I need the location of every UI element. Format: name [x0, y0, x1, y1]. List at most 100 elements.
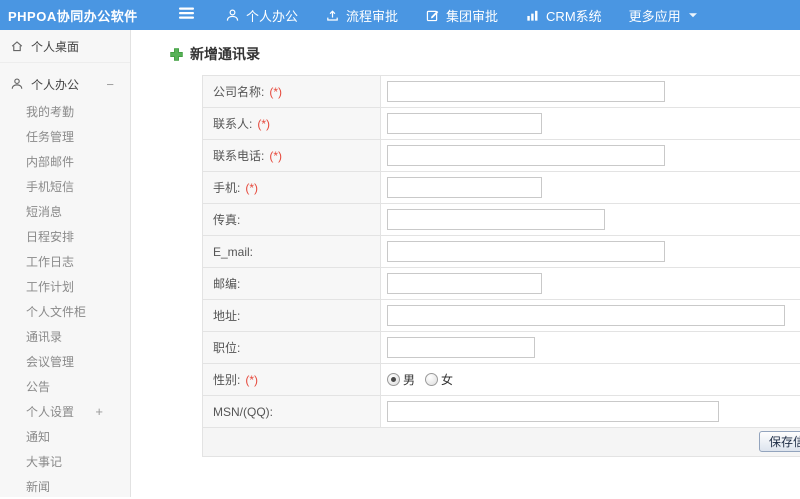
- phone-row: 联系电话: (*): [203, 140, 800, 172]
- mobile-row: 手机: (*): [203, 172, 800, 204]
- nav-label: CRM系统: [546, 8, 602, 24]
- sidebar-item-personal-office[interactable]: 个人办公 −: [0, 69, 130, 99]
- field-input-cell: [381, 268, 800, 299]
- sidebar-subitem-label: 会议管理: [26, 355, 75, 369]
- sidebar-subitem-label: 通知: [26, 430, 51, 444]
- mobile-input[interactable]: [387, 177, 542, 198]
- sidebar-item-工作日志[interactable]: 工作日志: [0, 249, 130, 274]
- sidebar-subitem-label: 个人设置: [26, 405, 75, 419]
- zipcode-input[interactable]: [387, 273, 542, 294]
- radio-label: 男: [403, 373, 416, 387]
- sidebar-item-个人设置[interactable]: 个人设置 +: [0, 399, 130, 424]
- save-button[interactable]: 保存信息: [759, 431, 800, 452]
- field-label-cell: 联系人: (*): [203, 108, 381, 139]
- sidebar-item-工作计划[interactable]: 工作计划: [0, 274, 130, 299]
- sidebar-item-我的考勤[interactable]: 我的考勤: [0, 99, 130, 124]
- contact-input[interactable]: [387, 113, 542, 134]
- field-label: 公司名称:: [213, 85, 265, 99]
- app-logo: PHPOA协同办公软件: [8, 8, 138, 24]
- email-row: E_mail:: [203, 236, 800, 268]
- field-label-cell: 公司名称: (*): [203, 76, 381, 107]
- gender-radio-女[interactable]: 女: [425, 371, 453, 388]
- collapse-minus-icon[interactable]: −: [106, 77, 114, 92]
- company-input[interactable]: [387, 81, 665, 102]
- fax-row: 传真:: [203, 204, 800, 236]
- sidebar-subitem-label: 通讯录: [26, 330, 63, 344]
- sidebar-item-label: 个人办公: [31, 77, 80, 92]
- sidebar-item-公告[interactable]: 公告: [0, 374, 130, 399]
- sidebar-item-个人文件柜[interactable]: 个人文件柜: [0, 299, 130, 324]
- edit-icon: [425, 8, 440, 23]
- sidebar-subitem-label: 日程安排: [26, 230, 75, 244]
- sidebar-subitem-label: 我的考勤: [26, 105, 75, 119]
- msn-qq-input[interactable]: [387, 401, 719, 422]
- nav-item-workflow-approval[interactable]: 流程审批: [325, 6, 398, 25]
- field-label-cell: 手机: (*): [203, 172, 381, 203]
- user-icon: [225, 8, 240, 23]
- field-input-cell: [381, 140, 800, 171]
- fax-input[interactable]: [387, 209, 605, 230]
- field-label: 邮编:: [213, 277, 241, 291]
- field-label: MSN/(QQ):: [213, 404, 273, 419]
- nav-item-group-approval[interactable]: 集团审批: [425, 6, 498, 25]
- nav-label: 更多应用: [628, 8, 681, 24]
- required-mark: (*): [245, 180, 259, 195]
- nav-label: 个人办公: [246, 8, 299, 24]
- field-input-cell: [381, 108, 800, 139]
- caret-down-icon: [688, 12, 698, 19]
- sidebar-item-大事记[interactable]: 大事记: [0, 449, 130, 474]
- field-label: 地址:: [213, 309, 241, 323]
- required-mark: (*): [245, 372, 259, 387]
- field-label-cell: 职位:: [203, 332, 381, 363]
- field-label: 职位:: [213, 341, 241, 355]
- field-label: 联系电话:: [213, 149, 265, 163]
- nav-item-personal-office[interactable]: 个人办公: [225, 6, 298, 25]
- user-icon: [10, 77, 24, 91]
- address-input[interactable]: [387, 305, 785, 326]
- field-label-cell: 联系电话: (*): [203, 140, 381, 171]
- nav-label: 流程审批: [346, 8, 399, 24]
- sidebar-subitem-label: 个人文件柜: [26, 305, 87, 319]
- position-input[interactable]: [387, 337, 535, 358]
- email-input[interactable]: [387, 241, 665, 262]
- msn-qq-row: MSN/(QQ):: [203, 396, 800, 428]
- sidebar-subitem-label: 公告: [26, 380, 51, 394]
- field-label: E_mail:: [213, 244, 254, 259]
- sidebar-subitem-label: 内部邮件: [26, 155, 75, 169]
- sidebar-item-内部邮件[interactable]: 内部邮件: [0, 149, 130, 174]
- radio-circle-icon: [387, 373, 400, 386]
- nav-item-more-apps[interactable]: 更多应用: [629, 6, 698, 25]
- sidebar-item-通知[interactable]: 通知: [0, 424, 130, 449]
- sidebar-subitem-label: 工作日志: [26, 255, 75, 269]
- field-label-cell: 地址:: [203, 300, 381, 331]
- sidebar-subitem-label: 手机短信: [26, 180, 75, 194]
- gender-row: 性别: (*) 男女: [203, 364, 800, 396]
- radio-label: 女: [441, 373, 454, 387]
- gender-radio-男[interactable]: 男: [387, 371, 415, 388]
- radio-circle-icon: [425, 373, 439, 386]
- page-header: 新增通讯录: [169, 44, 260, 64]
- sidebar-item-personal-desktop[interactable]: 个人桌面: [0, 30, 130, 63]
- bar-chart-icon: [525, 8, 540, 23]
- field-label: 联系人:: [213, 117, 253, 131]
- sidebar-item-任务管理[interactable]: 任务管理: [0, 124, 130, 149]
- required-mark: (*): [257, 116, 271, 131]
- field-label: 手机:: [213, 181, 241, 195]
- sidebar-item-手机短信[interactable]: 手机短信: [0, 174, 130, 199]
- sidebar-item-短消息[interactable]: 短消息: [0, 199, 130, 224]
- flow-icon: [325, 8, 340, 23]
- nav-item-crm[interactable]: CRM系统: [525, 6, 602, 25]
- company-row: 公司名称: (*): [203, 76, 800, 108]
- field-label-cell: 传真:: [203, 204, 381, 235]
- zipcode-row: 邮编:: [203, 268, 800, 300]
- expand-plus-icon[interactable]: +: [95, 404, 103, 419]
- phone-input[interactable]: [387, 145, 665, 166]
- field-input-cell: [381, 300, 800, 331]
- sidebar-item-通讯录[interactable]: 通讯录: [0, 324, 130, 349]
- sidebar-item-会议管理[interactable]: 会议管理: [0, 349, 130, 374]
- home-icon: [10, 39, 24, 53]
- sidebar-item-日程安排[interactable]: 日程安排: [0, 224, 130, 249]
- field-input-cell: [381, 172, 800, 203]
- sidebar-item-新闻[interactable]: 新闻: [0, 474, 130, 499]
- menu-toggle-button[interactable]: [178, 6, 195, 25]
